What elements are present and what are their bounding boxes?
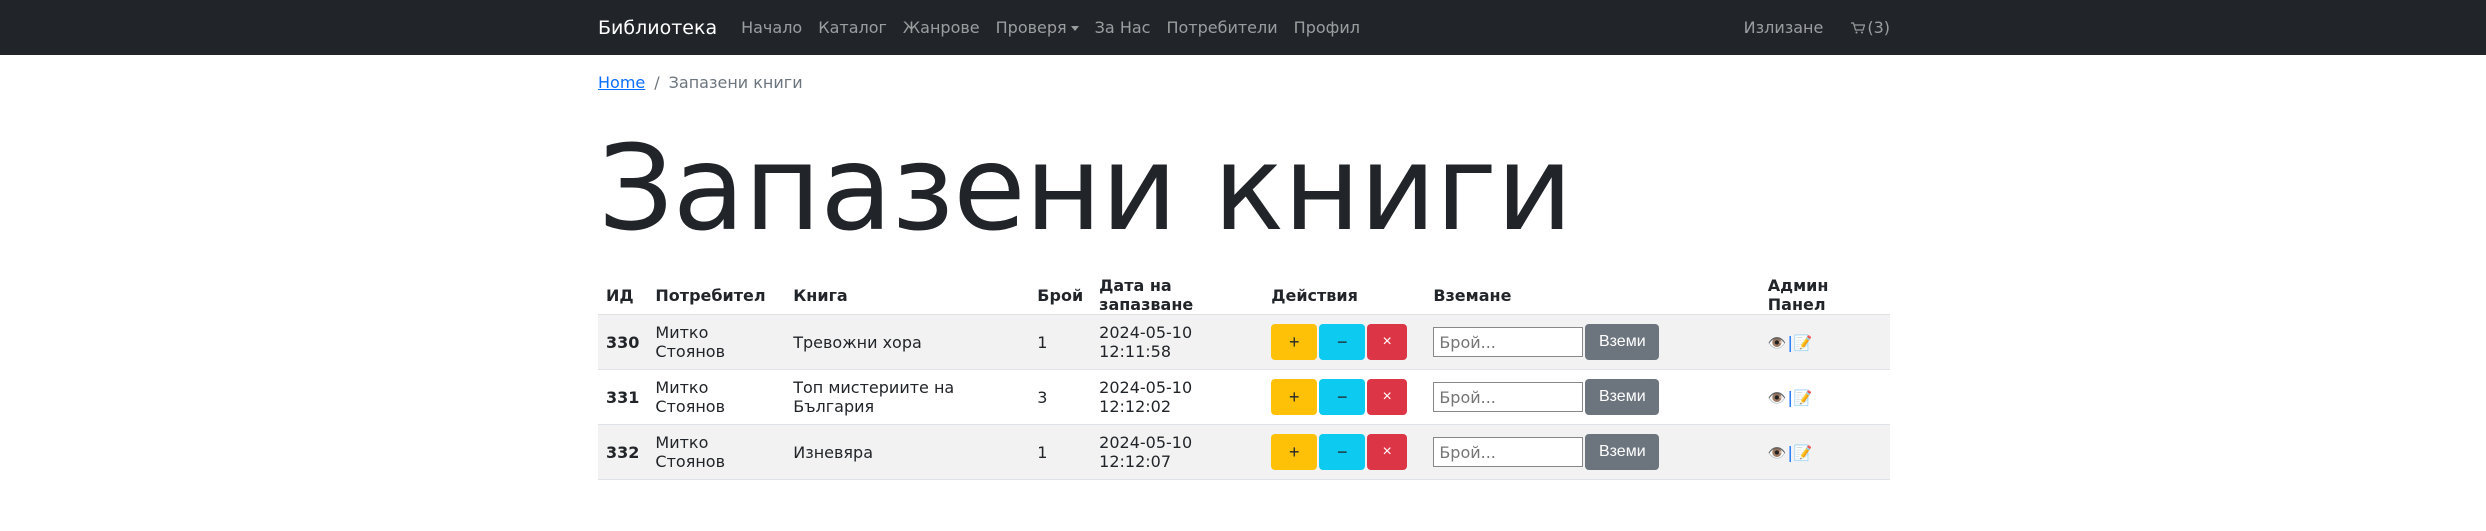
cart-link[interactable]: (3) bbox=[1843, 18, 1890, 37]
pencil-icon[interactable]: 📝 bbox=[1794, 389, 1813, 407]
row-book: Топ мистериите на България bbox=[785, 369, 1030, 425]
row-count: 1 bbox=[1029, 424, 1092, 480]
row-user: Митко Стоянов bbox=[647, 314, 786, 370]
row-count: 3 bbox=[1029, 369, 1092, 425]
row-admin: 👁️|📝 bbox=[1759, 314, 1890, 370]
row-date: 2024-05-10 12:12:07 bbox=[1091, 424, 1264, 480]
row-take: Вземи bbox=[1425, 369, 1760, 425]
breadcrumb-current: Запазени книги bbox=[668, 72, 803, 92]
row-id: 330 bbox=[598, 314, 648, 370]
row-actions: + − × bbox=[1263, 424, 1426, 480]
increase-button[interactable]: + bbox=[1271, 379, 1318, 415]
header-take: Вземане bbox=[1425, 276, 1760, 315]
top-navbar: Библиотека Начало Каталог Жанрове Провер… bbox=[0, 0, 2486, 55]
row-user: Митко Стоянов bbox=[647, 369, 786, 425]
take-quantity-input[interactable] bbox=[1433, 437, 1584, 467]
header-admin: Админ Панел bbox=[1759, 276, 1890, 315]
header-actions: Действия bbox=[1263, 276, 1426, 315]
take-quantity-input[interactable] bbox=[1433, 382, 1584, 412]
nav-link-profile[interactable]: Профил bbox=[1286, 18, 1368, 37]
nav-link-catalog[interactable]: Каталог bbox=[810, 18, 895, 37]
row-admin: 👁️|📝 bbox=[1759, 369, 1890, 425]
nav-link-home[interactable]: Начало bbox=[741, 18, 810, 37]
admin-separator: | bbox=[1787, 333, 1793, 352]
remove-button[interactable]: × bbox=[1367, 324, 1408, 360]
row-date: 2024-05-10 12:11:58 bbox=[1091, 314, 1264, 370]
decrease-button[interactable]: − bbox=[1319, 324, 1366, 360]
logout-link[interactable]: Излизане bbox=[1736, 18, 1824, 37]
take-button[interactable]: Вземи bbox=[1585, 379, 1660, 415]
table-row: 331 Митко Стоянов Топ мистериите на Бълг… bbox=[598, 369, 1890, 425]
decrease-button[interactable]: − bbox=[1319, 379, 1366, 415]
nav-dropdown-checks-label: Проверя bbox=[995, 18, 1067, 37]
row-date: 2024-05-10 12:12:02 bbox=[1091, 369, 1264, 425]
row-count: 1 bbox=[1029, 314, 1092, 370]
row-take: Вземи bbox=[1425, 314, 1760, 370]
row-id: 331 bbox=[598, 369, 648, 425]
cart-icon bbox=[1851, 22, 1866, 34]
eye-icon[interactable]: 👁️ bbox=[1768, 334, 1787, 352]
navbar-container: Библиотека Начало Каталог Жанрове Провер… bbox=[598, 0, 1890, 55]
chevron-down-icon bbox=[1070, 26, 1079, 31]
row-book: Тревожни хора bbox=[785, 314, 1030, 370]
remove-button[interactable]: × bbox=[1367, 434, 1408, 470]
decrease-button[interactable]: − bbox=[1319, 434, 1366, 470]
take-button[interactable]: Вземи bbox=[1585, 324, 1660, 360]
increase-button[interactable]: + bbox=[1271, 434, 1318, 470]
nav-links: Начало Каталог Жанрове Проверя За Нас По… bbox=[741, 18, 1368, 37]
header-count: Брой bbox=[1029, 276, 1092, 315]
row-actions: + − × bbox=[1263, 369, 1426, 425]
row-book: Изневяра bbox=[785, 424, 1030, 480]
nav-right: Излизане (3) bbox=[1736, 18, 1890, 37]
table-header-row: ИД Потребител Книга Брой Дата на запазва… bbox=[598, 276, 1890, 315]
breadcrumb-home[interactable]: Home bbox=[598, 73, 645, 92]
admin-separator: | bbox=[1787, 388, 1793, 407]
admin-separator: | bbox=[1787, 443, 1793, 462]
header-id: ИД bbox=[598, 276, 648, 315]
take-button[interactable]: Вземи bbox=[1585, 434, 1660, 470]
navbar-brand[interactable]: Библиотека bbox=[598, 17, 717, 39]
increase-button[interactable]: + bbox=[1271, 324, 1318, 360]
page-title: Запазени книги bbox=[598, 119, 1573, 257]
row-actions: + − × bbox=[1263, 314, 1426, 370]
row-id: 332 bbox=[598, 424, 648, 480]
header-user: Потребител bbox=[647, 276, 786, 315]
table-row: 332 Митко Стоянов Изневяра 1 2024-05-10 … bbox=[598, 424, 1890, 480]
pencil-icon[interactable]: 📝 bbox=[1794, 334, 1813, 352]
row-take: Вземи bbox=[1425, 424, 1760, 480]
reservations-table-wrap: ИД Потребител Книга Брой Дата на запазва… bbox=[598, 276, 1890, 480]
row-admin: 👁️|📝 bbox=[1759, 424, 1890, 480]
pencil-icon[interactable]: 📝 bbox=[1794, 444, 1813, 462]
breadcrumb-separator: / bbox=[654, 72, 660, 92]
nav-link-users[interactable]: Потребители bbox=[1158, 18, 1285, 37]
nav-link-genres[interactable]: Жанрове bbox=[895, 18, 988, 37]
eye-icon[interactable]: 👁️ bbox=[1768, 444, 1787, 462]
reservations-table: ИД Потребител Книга Брой Дата на запазва… bbox=[598, 276, 1890, 480]
remove-button[interactable]: × bbox=[1367, 379, 1408, 415]
breadcrumb: Home / Запазени книги bbox=[598, 70, 1890, 94]
eye-icon[interactable]: 👁️ bbox=[1768, 389, 1787, 407]
cart-count: (3) bbox=[1867, 18, 1890, 37]
header-book: Книга bbox=[785, 276, 1030, 315]
header-date: Дата на запазване bbox=[1091, 276, 1264, 315]
row-user: Митко Стоянов bbox=[647, 424, 786, 480]
table-row: 330 Митко Стоянов Тревожни хора 1 2024-0… bbox=[598, 314, 1890, 370]
nav-dropdown-checks[interactable]: Проверя bbox=[988, 18, 1087, 37]
take-quantity-input[interactable] bbox=[1433, 327, 1584, 357]
nav-link-about[interactable]: За Нас bbox=[1087, 18, 1159, 37]
